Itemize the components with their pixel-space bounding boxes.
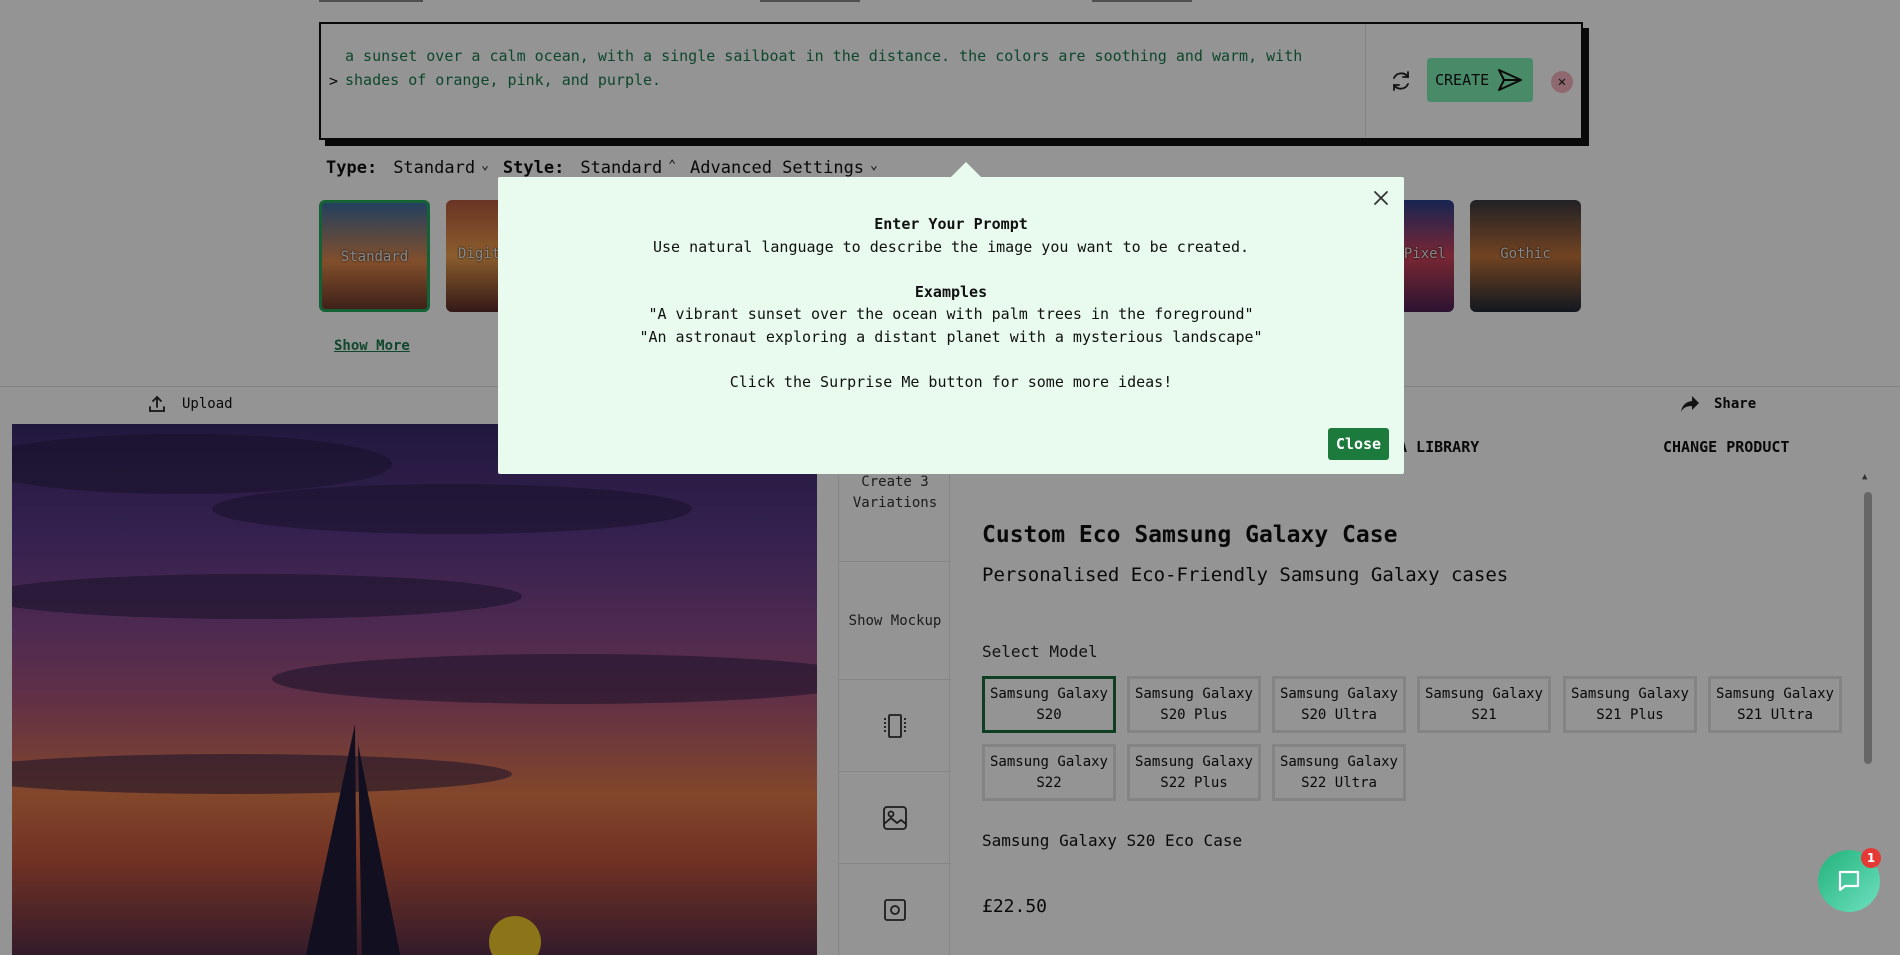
modal-backdrop[interactable] [0, 0, 1900, 955]
modal-description: Use natural language to describe the ima… [652, 237, 1250, 256]
modal-example: "An astronaut exploring a distant planet… [639, 327, 1263, 346]
modal-body: Enter Your Prompt Use natural language t… [498, 213, 1404, 393]
modal-example: "A vibrant sunset over the ocean with pa… [648, 305, 1254, 323]
chat-notification-badge: 1 [1861, 848, 1881, 868]
prompt-help-modal: Enter Your Prompt Use natural language t… [498, 177, 1404, 474]
modal-examples-heading: Examples [914, 282, 988, 301]
modal-pointer [951, 162, 981, 177]
close-icon[interactable] [1370, 187, 1392, 209]
modal-heading: Enter Your Prompt [874, 215, 1028, 233]
chat-icon [1838, 870, 1860, 892]
modal-hint: Click the Surprise Me button for some mo… [729, 372, 1173, 391]
modal-close-button[interactable]: Close [1328, 428, 1389, 460]
